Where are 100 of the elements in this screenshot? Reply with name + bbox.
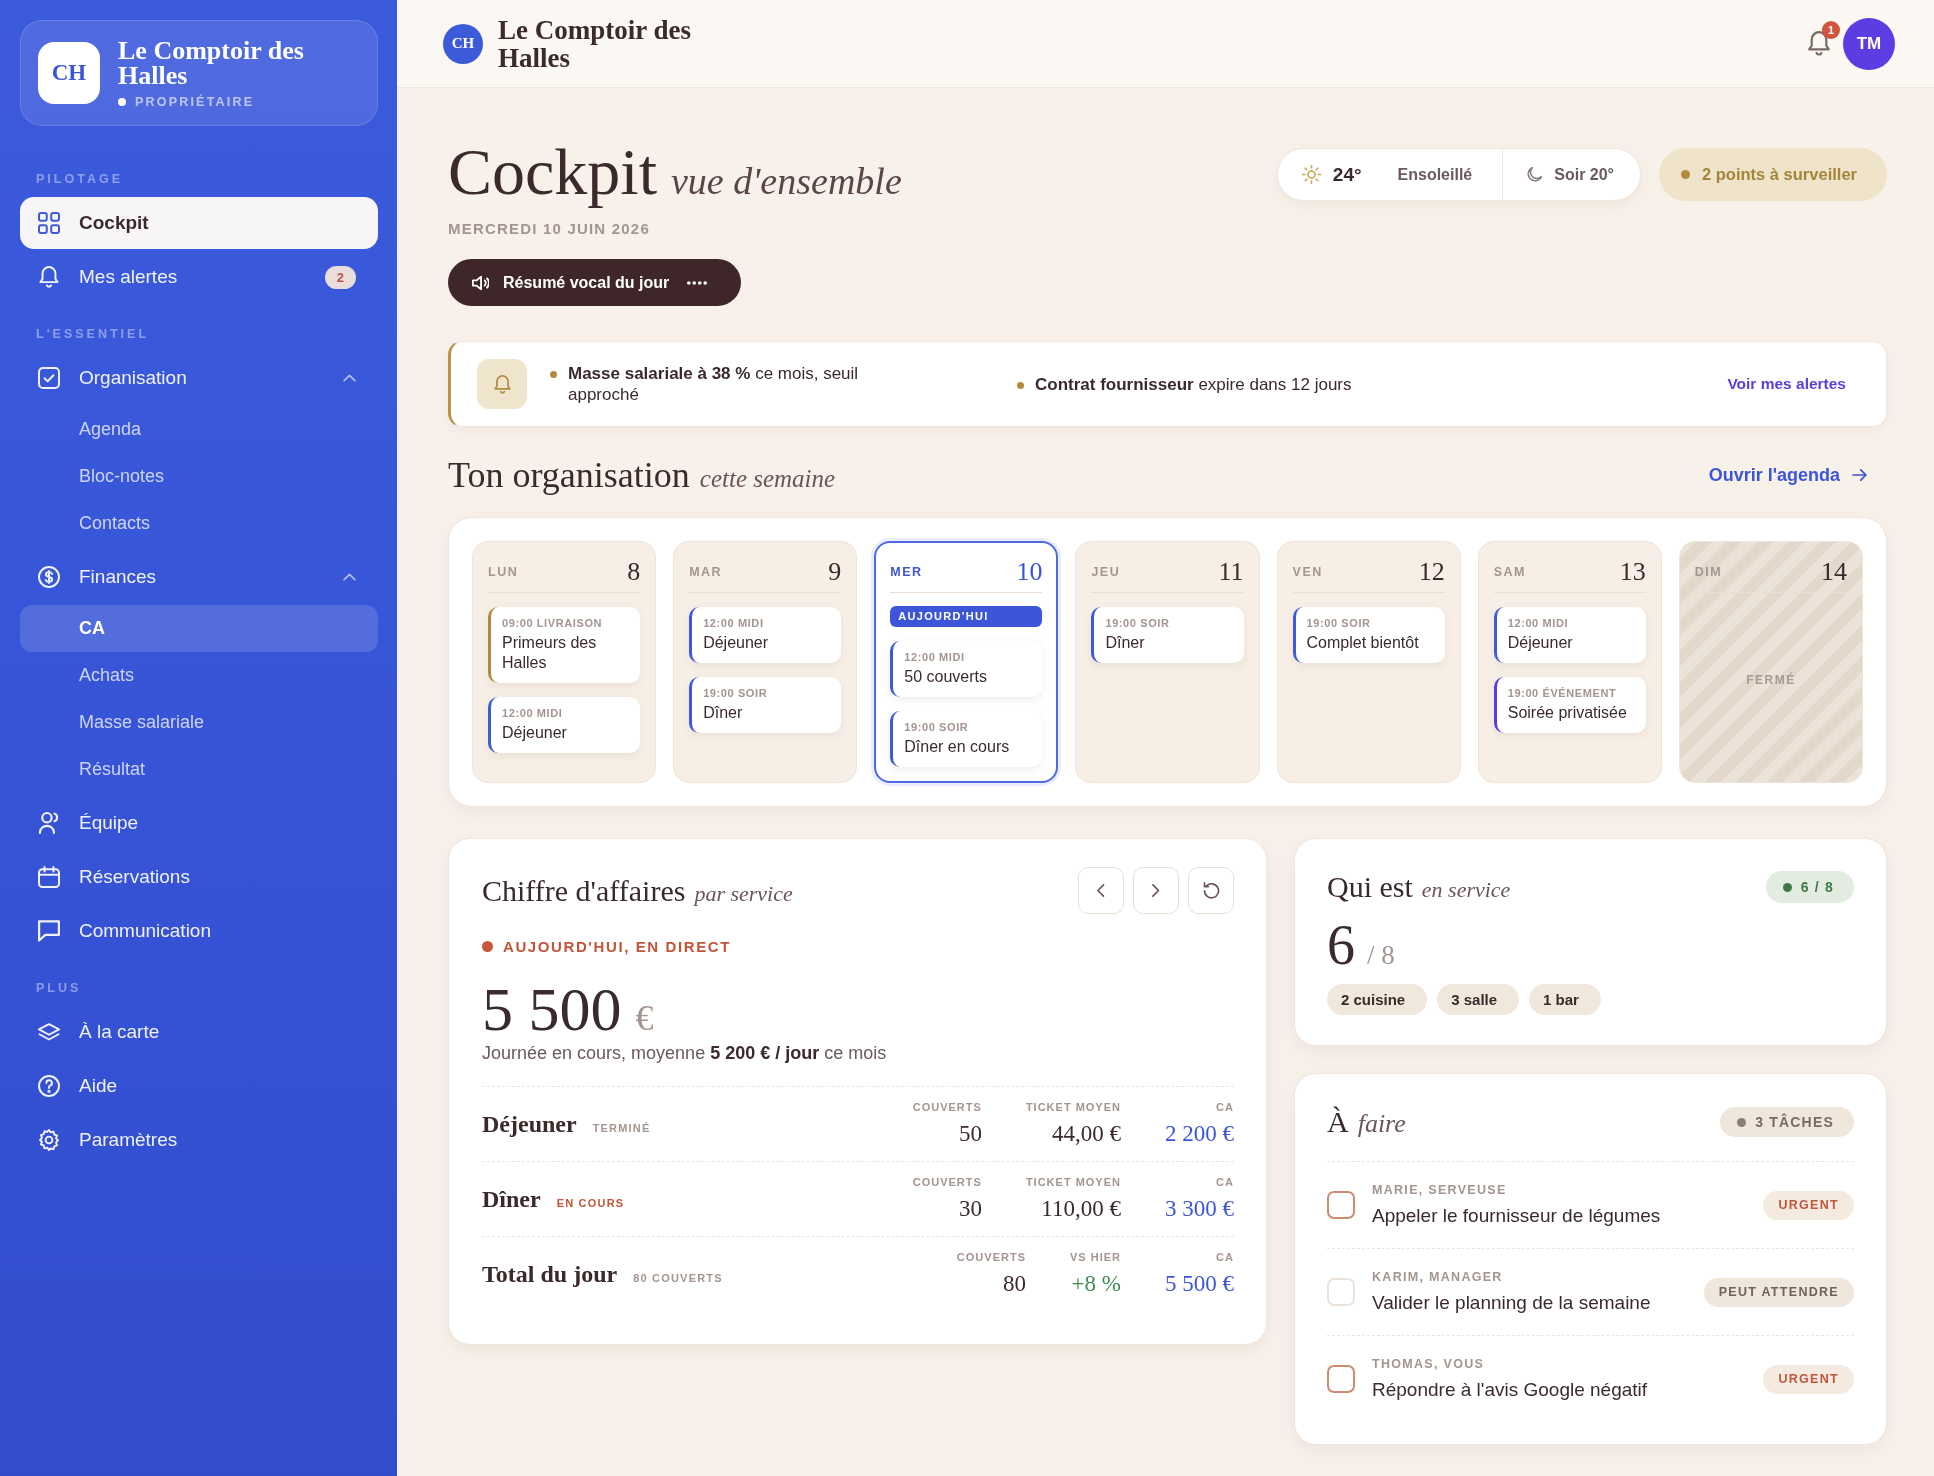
priority-tag: URGENT xyxy=(1763,1364,1854,1394)
nav-subitem[interactable]: Achats xyxy=(20,652,378,699)
dot-icon xyxy=(1782,882,1792,892)
day-column[interactable]: DIM 14 FERMÉ xyxy=(1678,541,1863,783)
event-card[interactable]: 12:00 MIDI 50 couverts xyxy=(890,641,1043,697)
event-card[interactable]: 19:00 SOIR Complet bientôt xyxy=(1292,607,1445,663)
day-column[interactable]: MAR 9 12:00 MIDI Déjeuner 19:00 SOIR Dîner xyxy=(673,541,858,783)
brand-name: Le Comptoir des Halles xyxy=(498,15,692,72)
section-label: L'ESSENTIEL xyxy=(35,327,151,342)
brand-logo: CH xyxy=(443,23,483,64)
layers-icon xyxy=(38,1021,60,1043)
nav-item[interactable]: Paramètres xyxy=(20,1114,378,1166)
nav-item[interactable]: À la carte xyxy=(20,1006,378,1058)
day-name: JEU xyxy=(1091,564,1121,579)
event-time: 12:00 MIDI xyxy=(1507,616,1570,630)
user-avatar[interactable]: TM xyxy=(1843,17,1895,70)
notification-count: 1 xyxy=(1822,21,1840,39)
event-card[interactable]: 12:00 MIDI Déjeuner xyxy=(689,607,842,663)
nav-subitem[interactable]: Agenda xyxy=(20,406,378,453)
nav-item[interactable]: Mes alertes 2 xyxy=(20,251,378,303)
brand-logo: CH xyxy=(38,42,100,104)
event-card[interactable]: 19:00 SOIR Dîner xyxy=(1091,607,1244,663)
event-time: 19:00 SOIR xyxy=(703,686,769,700)
role-tag: 1 bar xyxy=(1529,984,1601,1015)
stat-value: +8 % xyxy=(1071,1270,1121,1298)
nav-subitem[interactable]: CA xyxy=(20,605,378,652)
settings-icon xyxy=(38,1129,60,1151)
nav-subitem[interactable]: Contacts xyxy=(20,500,378,547)
task-assignee: KARIM, MANAGER xyxy=(1372,1269,1504,1285)
refresh-button[interactable] xyxy=(1188,867,1234,914)
chevron-right-icon xyxy=(1152,884,1160,897)
today-badge: AUJOURD'HUI xyxy=(890,606,1043,627)
alert-text: Masse salariale à 38 % ce mois, seuil approché xyxy=(568,363,860,405)
card-subtitle: faire xyxy=(1357,1109,1406,1139)
bell-icon[interactable] xyxy=(1808,31,1830,56)
service-name: Déjeuner xyxy=(482,1110,577,1138)
event-time: 19:00 SOIR xyxy=(904,720,970,734)
stat-value: 2 200 € xyxy=(1165,1120,1234,1148)
event-title: Primeurs des Halles xyxy=(502,633,598,673)
stat-label: TICKET MOYEN xyxy=(1025,1175,1121,1189)
card-title: À xyxy=(1327,1105,1349,1139)
day-column[interactable]: JEU 11 19:00 SOIR Dîner xyxy=(1075,541,1260,783)
sun-icon xyxy=(1301,165,1321,184)
day-number: 10 xyxy=(1016,556,1043,587)
temperature: 24° xyxy=(1332,163,1362,186)
day-name: MAR xyxy=(689,564,723,579)
page-date: MERCREDI 10 JUIN 2026 xyxy=(448,220,651,237)
alerts-link[interactable]: Voir mes alertes xyxy=(1727,375,1846,393)
bullet-icon xyxy=(550,371,557,378)
role-tag: 3 salle xyxy=(1437,984,1520,1015)
event-card[interactable]: 19:00 ÉVÉNEMENT Soirée privatisée xyxy=(1493,677,1646,733)
users-icon xyxy=(38,812,60,834)
priority-tag: PEUT ATTENDRE xyxy=(1703,1277,1854,1307)
chat-icon xyxy=(38,920,60,942)
open-agenda-link[interactable]: Ouvrir l'agenda xyxy=(1708,464,1867,486)
event-card[interactable]: 09:00 LIVRAISON Primeurs des Halles xyxy=(488,607,641,683)
day-name: DIM xyxy=(1694,564,1723,579)
refresh-icon xyxy=(1202,882,1220,899)
day-number: 13 xyxy=(1619,556,1646,587)
task-assignee: MARIE, SERVEUSE xyxy=(1372,1182,1508,1198)
nav-item[interactable]: Finances xyxy=(20,551,378,603)
nav-item[interactable]: Équipe xyxy=(20,797,378,849)
event-card[interactable]: 19:00 SOIR Dîner xyxy=(689,677,842,733)
nav-item[interactable]: Organisation xyxy=(20,352,378,404)
event-title: Dîner en cours xyxy=(904,737,1011,757)
task-checkbox[interactable] xyxy=(1327,1365,1355,1393)
nav-subitem[interactable]: Masse salariale xyxy=(20,699,378,746)
help-icon xyxy=(38,1075,60,1097)
revenue-note: Journée en cours, moyenne 5 200 € / jour ce mois xyxy=(482,1042,888,1065)
event-card[interactable]: 12:00 MIDI Déjeuner xyxy=(1493,607,1646,663)
nav-item[interactable]: Cockpit xyxy=(20,197,378,249)
voice-summary-button[interactable]: Résumé vocal du jour xyxy=(448,259,742,306)
evening-temperature: Soir 20° xyxy=(1554,165,1614,184)
event-time: 12:00 MIDI xyxy=(703,616,765,630)
event-card[interactable]: 12:00 MIDI Déjeuner xyxy=(488,697,641,753)
section-label: PLUS xyxy=(35,981,83,996)
task-title: Répondre à l'avis Google négatif xyxy=(1372,1378,1649,1402)
stat-label: VS HIER xyxy=(1070,1250,1121,1264)
closed-label: FERMÉ xyxy=(1745,673,1797,687)
task-checkbox[interactable] xyxy=(1327,1191,1355,1219)
day-number: 14 xyxy=(1821,556,1847,587)
nav-subitem[interactable]: Bloc-notes xyxy=(20,453,378,500)
day-number: 9 xyxy=(828,556,842,587)
day-column[interactable]: MER 10 AUJOURD'HUI 12:00 MIDI 50 couverts 19:00 SOIR Dîner en cours xyxy=(874,541,1059,783)
event-time: 12:00 MIDI xyxy=(904,650,966,664)
nav-item[interactable]: Communication xyxy=(20,905,378,957)
event-card[interactable]: 19:00 SOIR Dîner en cours xyxy=(890,711,1043,767)
nav-item[interactable]: Réservations xyxy=(20,851,378,903)
day-column[interactable]: VEN 12 19:00 SOIR Complet bientôt xyxy=(1276,541,1461,783)
day-column[interactable]: LUN 8 09:00 LIVRAISON Primeurs des Halles 12:00 MIDI Déjeuner xyxy=(472,541,657,783)
weather-condition: Ensoleillé xyxy=(1397,165,1473,184)
nav-item[interactable]: Aide xyxy=(20,1060,378,1112)
day-column[interactable]: SAM 13 12:00 MIDI Déjeuner 19:00 ÉVÉNEMENT Soirée privatisée xyxy=(1477,541,1662,783)
nav-subitem[interactable]: Résultat xyxy=(20,746,378,793)
section-title: Ton organisation xyxy=(448,454,690,497)
dollar-circle-icon xyxy=(38,566,60,588)
event-title: Déjeuner xyxy=(502,723,568,743)
grid-icon xyxy=(38,212,60,234)
day-name: SAM xyxy=(1493,564,1526,579)
event-title: Soirée privatisée xyxy=(1507,703,1628,723)
